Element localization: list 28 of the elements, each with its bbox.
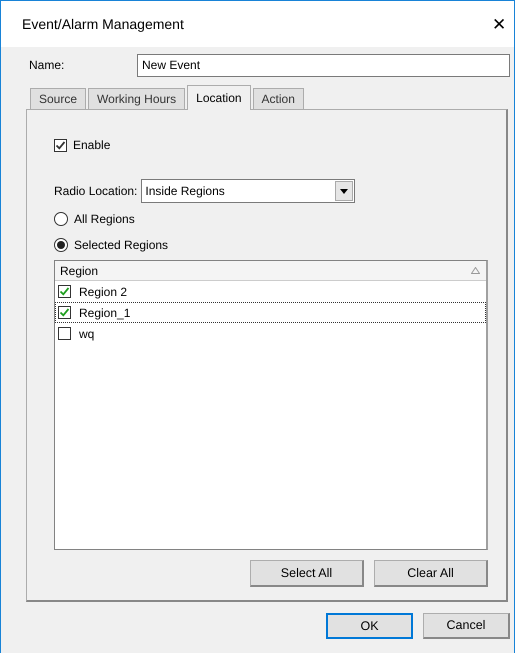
region-name: Region 2	[79, 284, 128, 300]
checkbox[interactable]	[58, 306, 71, 319]
window-title: Event/Alarm Management	[22, 14, 184, 34]
region-name: Region_1	[79, 304, 130, 322]
field-label: Radio Location:	[54, 183, 138, 200]
tab[interactable]: Source	[30, 88, 86, 109]
checkbox[interactable]	[58, 327, 71, 340]
tab[interactable]: Action	[252, 88, 304, 109]
region-name: wq	[79, 326, 94, 342]
tab[interactable]: Working Hours	[88, 88, 186, 109]
name-field[interactable]: New Event	[137, 54, 510, 76]
tab[interactable]: Location	[187, 85, 251, 110]
name-label: Name:	[29, 57, 66, 74]
sort-icon[interactable]	[471, 267, 480, 274]
column-header[interactable]: Region	[55, 261, 486, 281]
radio-button[interactable]	[54, 212, 68, 226]
radio-button[interactable]	[54, 238, 68, 252]
dropdown[interactable]: Inside Regions	[141, 179, 356, 203]
dialog-button[interactable]: Cancel	[423, 613, 510, 639]
dialog-button[interactable]: OK	[326, 613, 413, 639]
radio-label: Selected Regions	[74, 237, 168, 254]
checkbox[interactable]	[54, 138, 67, 152]
list-button[interactable]: Clear All	[374, 560, 488, 587]
close-button[interactable]: ✕	[490, 16, 508, 32]
radio-label: All Regions	[74, 211, 135, 228]
checkbox-label: Enable	[73, 137, 110, 154]
checkbox[interactable]	[58, 285, 71, 298]
list-button[interactable]: Select All	[250, 560, 364, 587]
